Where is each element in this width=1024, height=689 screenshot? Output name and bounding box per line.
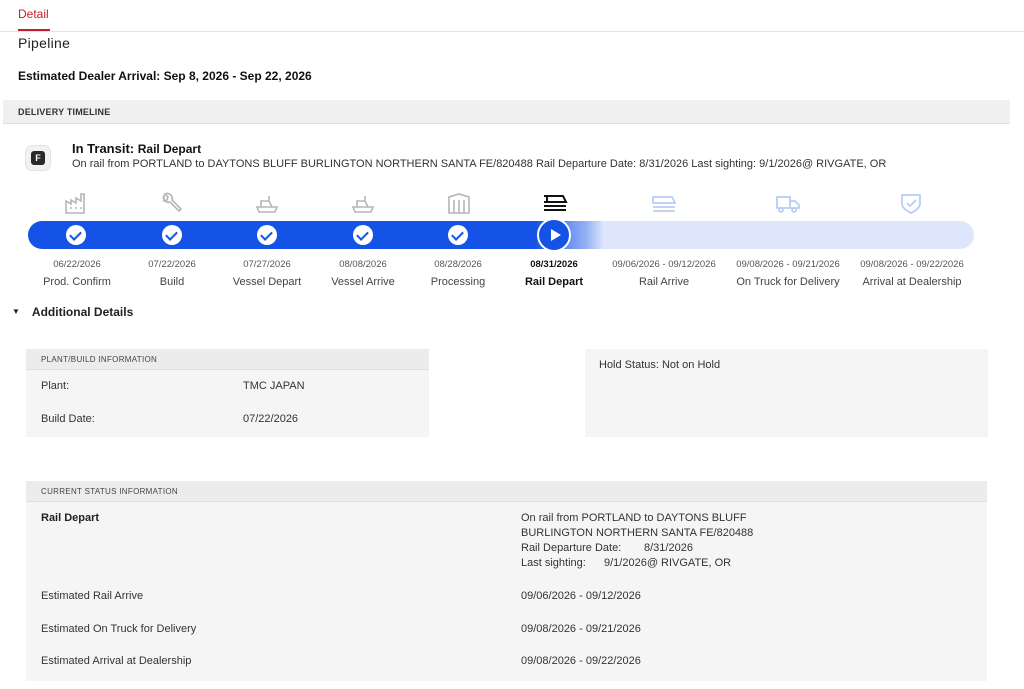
step-complete-check-icon [66,225,86,245]
truck-icon [775,192,801,214]
status-badge-letter: F [31,151,45,165]
transit-status-prefix: In Transit: [72,141,135,156]
estimate-row-value: 09/06/2026 - 09/12/2026 [521,590,641,602]
estimate-row-label: Estimated Arrival at Dealership [41,655,192,667]
delivery-timeline-title: DELIVERY TIMELINE [18,107,111,117]
processing-icon [446,192,472,214]
build-date-value: 07/22/2026 [243,413,299,425]
last-sighting-label: Last sighting: [521,557,586,569]
last-sighting-value: 9/1/2026@ RIVGATE, OR [604,557,732,569]
hold-status-panel: Hold Status: Not on Hold [585,349,988,437]
additional-details-toggle[interactable]: ▼ Additional Details [12,305,133,319]
page-title: Pipeline [18,35,71,51]
rail-departure-date-label: Rail Departure Date: [521,542,622,554]
plant-label: Plant: [41,380,70,392]
step-label: On Truck for Delivery [736,276,840,288]
step-date: 09/08/2026 - 09/21/2026 [736,259,840,270]
rail-departure-date-value: 8/31/2026 [644,542,693,554]
shield-check-icon [898,192,924,214]
delivery-progress-bar [28,218,974,252]
estimate-row-label: Estimated On Truck for Delivery [41,623,197,635]
current-status-panel-header: CURRENT STATUS INFORMATION [26,481,987,502]
step-complete-check-icon [162,225,182,245]
tab-detail-underline [18,29,50,31]
estimate-row-value: 09/08/2026 - 09/21/2026 [521,623,641,635]
current-status-panel-title: CURRENT STATUS INFORMATION [41,487,178,496]
ship-depart-icon [254,192,280,214]
build-date-label: Build Date: [41,413,95,425]
factory-icon [64,192,90,214]
plant-build-panel-header: PLANT/BUILD INFORMATION [26,349,429,370]
step-complete-check-icon [353,225,373,245]
step-date: 09/06/2026 - 09/12/2026 [612,259,716,270]
delivery-timeline-header: DELIVERY TIMELINE [3,100,1010,124]
plant-build-panel-title: PLANT/BUILD INFORMATION [41,355,158,364]
current-status-panel: CURRENT STATUS INFORMATION Rail Depart O… [26,481,987,681]
transit-status-title: In Transit: Rail Depart [72,141,201,156]
tab-detail[interactable]: Detail [18,7,49,21]
transit-status-description: On rail from PORTLAND to DAYTONS BLUFF B… [72,158,887,170]
additional-details-label: Additional Details [31,305,134,319]
chevron-down-icon: ▼ [12,307,20,316]
estimate-row-value: 09/08/2026 - 09/22/2026 [521,655,641,667]
current-stage-label: Rail Depart [41,512,100,524]
plant-build-panel: PLANT/BUILD INFORMATION Plant: TMC JAPAN… [26,349,429,437]
hold-status: Hold Status: Not on Hold [599,359,721,371]
status-badge: F [26,146,50,170]
current-stage-line-2: BURLINGTON NORTHERN SANTA FE/820488 [521,527,754,539]
step-complete-check-icon [448,225,468,245]
step-label: Arrival at Dealership [862,276,962,288]
step-complete-check-icon [257,225,277,245]
plant-value: TMC JAPAN [243,380,305,392]
current-step-play-icon [537,218,571,252]
wrench-icon [159,192,185,214]
step-date: 09/08/2026 - 09/22/2026 [860,259,964,270]
tab-bar: Detail [0,0,1024,32]
estimated-dealer-arrival: Estimated Dealer Arrival: Sep 8, 2026 - … [18,69,312,83]
step-label: Rail Arrive [638,276,690,288]
train-icon [542,192,568,214]
rail-arrive-icon [651,192,677,214]
current-stage-line-1: On rail from PORTLAND to DAYTONS BLUFF [521,512,747,524]
progress-fill [28,221,604,249]
estimate-row-label: Estimated Rail Arrive [41,590,144,602]
ship-arrive-icon [350,192,376,214]
transit-status-stage: Rail Depart [137,142,202,156]
